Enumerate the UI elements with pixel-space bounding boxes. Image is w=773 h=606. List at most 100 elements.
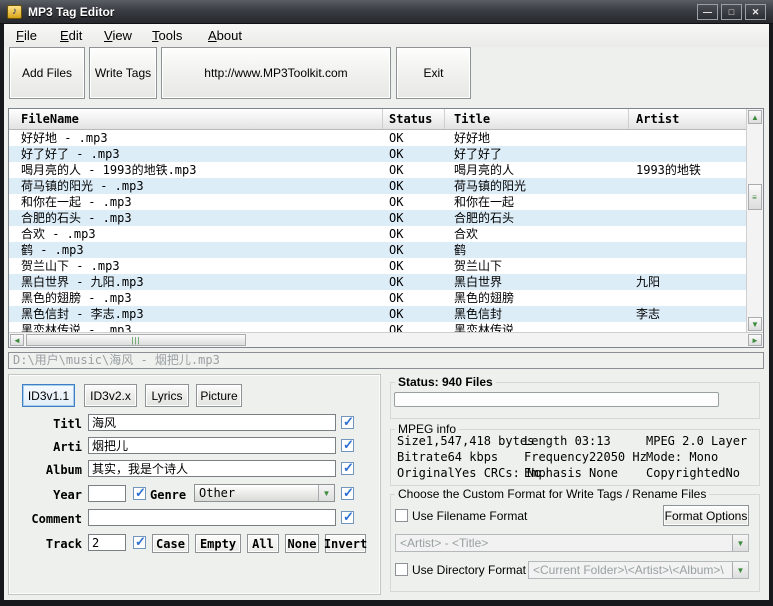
scroll-left-icon[interactable]: ◄ xyxy=(10,334,24,346)
artist-field[interactable] xyxy=(88,437,336,454)
table-row[interactable]: 好了好了 - .mp3 OK 好了好了 xyxy=(9,146,746,162)
table-row[interactable]: 合欢 - .mp3 OK 合欢 xyxy=(9,226,746,242)
use-directory-format-checkbox[interactable] xyxy=(395,563,408,576)
menu-view[interactable]: View xyxy=(104,28,132,43)
track-field[interactable] xyxy=(88,534,126,551)
genre-checkbox[interactable] xyxy=(341,487,354,500)
directory-format-dropdown[interactable]: <Current Folder>\<Artist>\<Album>\ ▼ xyxy=(528,561,749,579)
column-header-title[interactable]: Title xyxy=(445,109,629,129)
exit-button[interactable]: Exit xyxy=(396,47,471,99)
comment-label: Comment xyxy=(8,512,82,526)
mpeg-emphasis: Emphasis None xyxy=(524,466,618,480)
title-label: Titl xyxy=(8,417,82,431)
scroll-right-icon[interactable]: ► xyxy=(748,334,762,346)
none-button[interactable]: None xyxy=(285,534,319,553)
filename-format-arrow-icon[interactable]: ▼ xyxy=(732,535,748,551)
title-field[interactable] xyxy=(88,414,336,431)
cell-title: 黑色信封 xyxy=(445,306,629,322)
year-checkbox[interactable] xyxy=(133,487,146,500)
cell-title: 荷马镇的阳光 xyxy=(445,178,629,194)
column-header-filename[interactable]: FileName xyxy=(9,109,383,129)
cell-status: OK xyxy=(383,194,445,210)
horizontal-scroll-thumb[interactable]: ||| xyxy=(26,334,246,346)
tab-id3v2[interactable]: ID3v2.x xyxy=(84,384,137,407)
cell-artist xyxy=(629,130,746,146)
table-row[interactable]: 黑恋林传说 - .mp3 OK 黑恋林传说 xyxy=(9,322,746,332)
filename-format-dropdown[interactable]: <Artist> - <Title> ▼ xyxy=(395,534,749,552)
genre-dropdown-arrow-icon[interactable]: ▼ xyxy=(318,485,334,501)
cell-artist xyxy=(629,194,746,210)
cell-filename: 黑白世界 - 九阳.mp3 xyxy=(9,274,383,290)
tab-id3v1[interactable]: ID3v1.1 xyxy=(22,384,75,407)
empty-button[interactable]: Empty xyxy=(195,534,241,553)
genre-dropdown[interactable]: Other ▼ xyxy=(194,484,335,502)
maximize-button[interactable]: □ xyxy=(721,4,742,20)
directory-format-arrow-icon[interactable]: ▼ xyxy=(732,562,748,578)
artist-checkbox[interactable] xyxy=(341,439,354,452)
table-row[interactable]: 和你在一起 - .mp3 OK 和你在一起 xyxy=(9,194,746,210)
vertical-scrollbar[interactable]: ▲ ≡ ▼ xyxy=(746,109,763,332)
menu-file[interactable]: File xyxy=(16,28,37,43)
table-row[interactable]: 荷马镇的阳光 - .mp3 OK 荷马镇的阳光 xyxy=(9,178,746,194)
all-button[interactable]: All xyxy=(247,534,279,553)
app-window: ♪ MP3 Tag Editor — □ ✕ File Edit View To… xyxy=(0,0,773,606)
year-field[interactable] xyxy=(88,485,126,502)
cell-status: OK xyxy=(383,258,445,274)
table-row[interactable]: 合肥的石头 - .mp3 OK 合肥的石头 xyxy=(9,210,746,226)
table-row[interactable]: 好好地 - .mp3 OK 好好地 xyxy=(9,130,746,146)
vertical-scroll-thumb[interactable]: ≡ xyxy=(748,184,762,210)
website-button[interactable]: http://www.MP3Toolkit.com xyxy=(161,47,391,99)
column-header-status[interactable]: Status xyxy=(383,109,445,129)
write-tags-button[interactable]: Write Tags xyxy=(89,47,157,99)
minimize-button[interactable]: — xyxy=(697,4,718,20)
mpeg-bitrate: Bitrate64 kbps xyxy=(397,450,498,464)
mpeg-frequency: Frequency22050 Hz xyxy=(524,450,647,464)
cell-artist xyxy=(629,290,746,306)
add-files-button[interactable]: Add Files xyxy=(9,47,85,99)
album-field[interactable] xyxy=(88,460,336,477)
case-button[interactable]: Case xyxy=(152,534,189,553)
table-row[interactable]: 贺兰山下 - .mp3 OK 贺兰山下 xyxy=(9,258,746,274)
table-row[interactable]: 黑色的翅膀 - .mp3 OK 黑色的翅膀 xyxy=(9,290,746,306)
file-list: FileName Status Title Artist 好好地 - .mp3 … xyxy=(8,108,764,348)
cell-title: 喝月亮的人 xyxy=(445,162,629,178)
column-header-artist[interactable]: Artist xyxy=(629,109,746,129)
cell-status: OK xyxy=(383,290,445,306)
tab-picture[interactable]: Picture xyxy=(196,384,242,407)
mpeg-layer: MPEG 2.0 Layer xyxy=(646,434,747,448)
comment-field[interactable] xyxy=(88,509,336,526)
horizontal-scrollbar[interactable]: ◄ ||| ► xyxy=(9,332,763,347)
mpeg-info-groupbox: MPEG info Size1,547,418 bytes Bitrate64 … xyxy=(390,429,760,486)
cell-filename: 喝月亮的人 - 1993的地铁.mp3 xyxy=(9,162,383,178)
custom-format-groupbox: Choose the Custom Format for Write Tags … xyxy=(390,494,760,592)
table-row[interactable]: 喝月亮的人 - 1993的地铁.mp3 OK 喝月亮的人 1993的地铁 xyxy=(9,162,746,178)
table-row[interactable]: 鹤 - .mp3 OK 鹤 xyxy=(9,242,746,258)
comment-checkbox[interactable] xyxy=(341,511,354,524)
scroll-up-icon[interactable]: ▲ xyxy=(748,110,762,124)
table-row[interactable]: 黑白世界 - 九阳.mp3 OK 黑白世界 九阳 xyxy=(9,274,746,290)
menu-tools[interactable]: Tools xyxy=(152,28,182,43)
directory-format-value: <Current Folder>\<Artist>\<Album>\ xyxy=(529,563,732,577)
window-controls: — □ ✕ xyxy=(697,4,766,20)
cell-status: OK xyxy=(383,306,445,322)
cell-filename: 合欢 - .mp3 xyxy=(9,226,383,242)
use-filename-format-checkbox[interactable] xyxy=(395,509,408,522)
filename-format-value: <Artist> - <Title> xyxy=(396,536,732,550)
format-options-button[interactable]: Format Options xyxy=(663,505,749,526)
title-checkbox[interactable] xyxy=(341,416,354,429)
cell-title: 黑白世界 xyxy=(445,274,629,290)
cell-artist: 1993的地铁 xyxy=(629,162,746,178)
cell-filename: 黑色信封 - 李志.mp3 xyxy=(9,306,383,322)
cell-artist xyxy=(629,178,746,194)
album-label: Album xyxy=(8,463,82,477)
track-checkbox[interactable] xyxy=(133,536,146,549)
scroll-down-icon[interactable]: ▼ xyxy=(748,317,762,331)
close-button[interactable]: ✕ xyxy=(745,4,766,20)
invert-button[interactable]: Invert xyxy=(325,534,366,553)
tab-lyrics[interactable]: Lyrics xyxy=(145,384,189,407)
album-checkbox[interactable] xyxy=(341,462,354,475)
table-row[interactable]: 黑色信封 - 李志.mp3 OK 黑色信封 李志 xyxy=(9,306,746,322)
cell-status: OK xyxy=(383,146,445,162)
menu-about[interactable]: About xyxy=(208,28,242,43)
menu-edit[interactable]: Edit xyxy=(60,28,82,43)
